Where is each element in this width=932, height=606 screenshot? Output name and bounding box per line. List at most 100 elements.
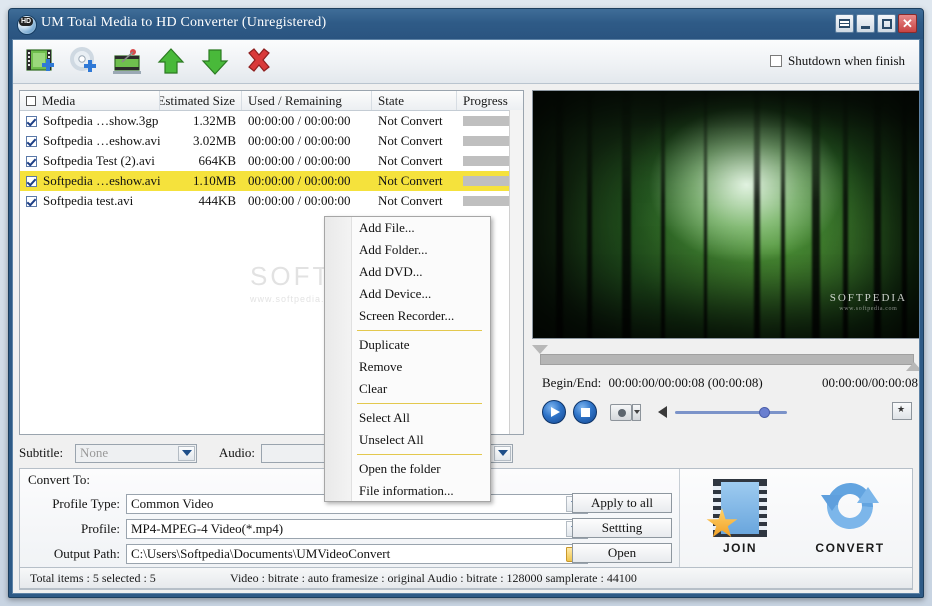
table-row[interactable]: Softpedia …eshow.avi 3.02MB 00:00:00 / 0…: [20, 131, 523, 151]
row-size: 1.10MB: [193, 173, 236, 188]
column-header-size[interactable]: Estimated Size: [160, 91, 242, 110]
column-header-media[interactable]: Media: [20, 91, 160, 110]
menu-item-add-file[interactable]: Add File...: [325, 217, 490, 239]
trim-begin-marker[interactable]: [532, 345, 548, 354]
row-checkbox[interactable]: [26, 135, 37, 147]
row-progress-bar: [463, 176, 515, 186]
row-used-remaining: 00:00:00 / 00:00:00: [248, 133, 351, 148]
column-header-progress[interactable]: Progress: [457, 91, 522, 110]
row-checkbox[interactable]: [26, 155, 37, 167]
row-checkbox[interactable]: [26, 115, 37, 127]
trim-end-marker[interactable]: [906, 362, 919, 371]
open-button[interactable]: Open: [572, 543, 672, 563]
maximize-button[interactable]: [877, 14, 896, 33]
shutdown-checkbox-box[interactable]: [770, 55, 782, 67]
select-all-checkbox[interactable]: [26, 95, 36, 106]
row-used-remaining: 00:00:00 / 00:00:00: [248, 153, 351, 168]
row-state: Not Convert: [378, 113, 443, 128]
play-button[interactable]: [542, 400, 566, 424]
row-media-name: Softpedia …show.3gp: [43, 113, 159, 128]
position-readout: 00:00:00/00:00:08: [821, 375, 918, 390]
preview-watermark-text: SOFTPEDIA: [829, 292, 907, 304]
client-area: Shutdown when finish Media Estimated Siz…: [12, 39, 920, 594]
output-path-value: C:\Users\Softpedia\Documents\UMVideoConv…: [131, 546, 391, 561]
menu-item-add-device[interactable]: Add Device...: [325, 283, 490, 305]
menu-item-file-information[interactable]: File information...: [325, 480, 490, 502]
apply-to-all-button[interactable]: Apply to all: [572, 493, 672, 513]
column-header-state[interactable]: State: [372, 91, 457, 110]
output-path-input[interactable]: C:\Users\Softpedia\Documents\UMVideoConv…: [126, 544, 588, 564]
app-hd-icon: [17, 15, 37, 35]
row-used-remaining: 00:00:00 / 00:00:00: [248, 113, 351, 128]
row-checkbox[interactable]: [26, 175, 37, 187]
table-row[interactable]: Softpedia Test (2).avi 664KB 00:00:00 / …: [20, 151, 523, 171]
stop-button[interactable]: [573, 400, 597, 424]
move-down-icon[interactable]: [199, 45, 235, 79]
speaker-icon[interactable]: [658, 406, 667, 418]
add-dvd-icon[interactable]: [67, 45, 103, 79]
join-button[interactable]: JOIN: [690, 479, 790, 555]
output-path-label: Output Path:: [53, 546, 120, 561]
menu-item-select-all[interactable]: Select All: [325, 407, 490, 429]
volume-knob[interactable]: [759, 407, 770, 418]
convert-button[interactable]: CONVERT: [800, 473, 900, 555]
setting-button[interactable]: Settting: [572, 518, 672, 538]
column-label-media: Media: [42, 92, 76, 108]
minimize-button[interactable]: [856, 14, 875, 33]
chevron-down-icon: [633, 410, 640, 414]
subtitle-select[interactable]: None: [75, 443, 197, 463]
snapshot-dropdown-button[interactable]: [632, 403, 641, 421]
play-icon: [551, 407, 560, 417]
list-vertical-scrollbar[interactable]: [509, 110, 523, 434]
row-progress-bar: [463, 156, 515, 166]
menu-item-add-dvd[interactable]: Add DVD...: [325, 261, 490, 283]
menu-item-add-folder[interactable]: Add Folder...: [325, 239, 490, 261]
chevron-down-icon[interactable]: [494, 445, 511, 461]
shutdown-when-finish-checkbox[interactable]: Shutdown when finish: [770, 53, 905, 69]
snapshot-button[interactable]: [610, 403, 632, 421]
menu-item-unselect-all[interactable]: Unselect All: [325, 429, 490, 451]
remove-icon[interactable]: [243, 45, 279, 79]
menu-item-clear[interactable]: Clear: [325, 378, 490, 400]
menu-item-screen-recorder[interactable]: Screen Recorder...: [325, 305, 490, 327]
close-button[interactable]: ✕: [898, 14, 917, 33]
profile-select[interactable]: MP4-MPEG-4 Video(*.mp4): [126, 519, 588, 539]
system-menu-button[interactable]: [835, 14, 854, 33]
menu-separator: [357, 454, 482, 455]
table-row-selected[interactable]: Softpedia …eshow.avi 1.10MB 00:00:00 / 0…: [20, 171, 523, 191]
window-title: UM Total Media to HD Converter (Unregist…: [41, 15, 327, 30]
window-frame: UM Total Media to HD Converter (Unregist…: [8, 8, 924, 598]
context-menu[interactable]: Add File... Add Folder... Add DVD... Add…: [324, 216, 491, 502]
add-file-icon[interactable]: [23, 45, 59, 79]
shutdown-label: Shutdown when finish: [788, 53, 905, 68]
screen-recorder-icon[interactable]: [111, 45, 147, 79]
trim-track[interactable]: [540, 354, 914, 365]
stop-icon: [581, 408, 590, 417]
column-header-used[interactable]: Used / Remaining: [242, 91, 372, 110]
menu-separator: [357, 330, 482, 331]
application-window: UM Total Media to HD Converter (Unregist…: [0, 0, 932, 606]
table-row[interactable]: Softpedia test.avi 444KB 00:00:00 / 00:0…: [20, 191, 523, 211]
profile-row: Profile: MP4-MPEG-4 Video(*.mp4): [20, 518, 595, 540]
trim-time-row: Begin/End: 00:00:00/00:00:08 (00:00:08) …: [532, 373, 919, 395]
row-media-name: Softpedia …eshow.avi: [43, 173, 160, 188]
table-row[interactable]: Softpedia …show.3gp 1.32MB 00:00:00 / 00…: [20, 111, 523, 131]
chevron-down-icon[interactable]: [178, 445, 195, 461]
convert-icon: [817, 473, 883, 539]
row-size: 3.02MB: [193, 133, 236, 148]
move-up-icon[interactable]: [155, 45, 191, 79]
menu-item-duplicate[interactable]: Duplicate: [325, 334, 490, 356]
join-icon: [706, 479, 767, 538]
preview-watermark-sub: www.softpedia.com: [839, 306, 898, 312]
menu-item-open-the-folder[interactable]: Open the folder: [325, 458, 490, 480]
volume-slider[interactable]: [675, 405, 787, 419]
row-progress-bar: [463, 116, 515, 126]
trim-slider[interactable]: [532, 345, 919, 371]
row-checkbox[interactable]: [26, 195, 37, 207]
effects-button[interactable]: [892, 402, 912, 420]
close-icon: ✕: [902, 16, 913, 31]
row-progress-bar: [463, 196, 515, 206]
menu-item-remove[interactable]: Remove: [325, 356, 490, 378]
profile-value: MP4-MPEG-4 Video(*.mp4): [131, 521, 284, 536]
video-preview[interactable]: SOFTPEDIA www.softpedia.com: [532, 90, 919, 339]
